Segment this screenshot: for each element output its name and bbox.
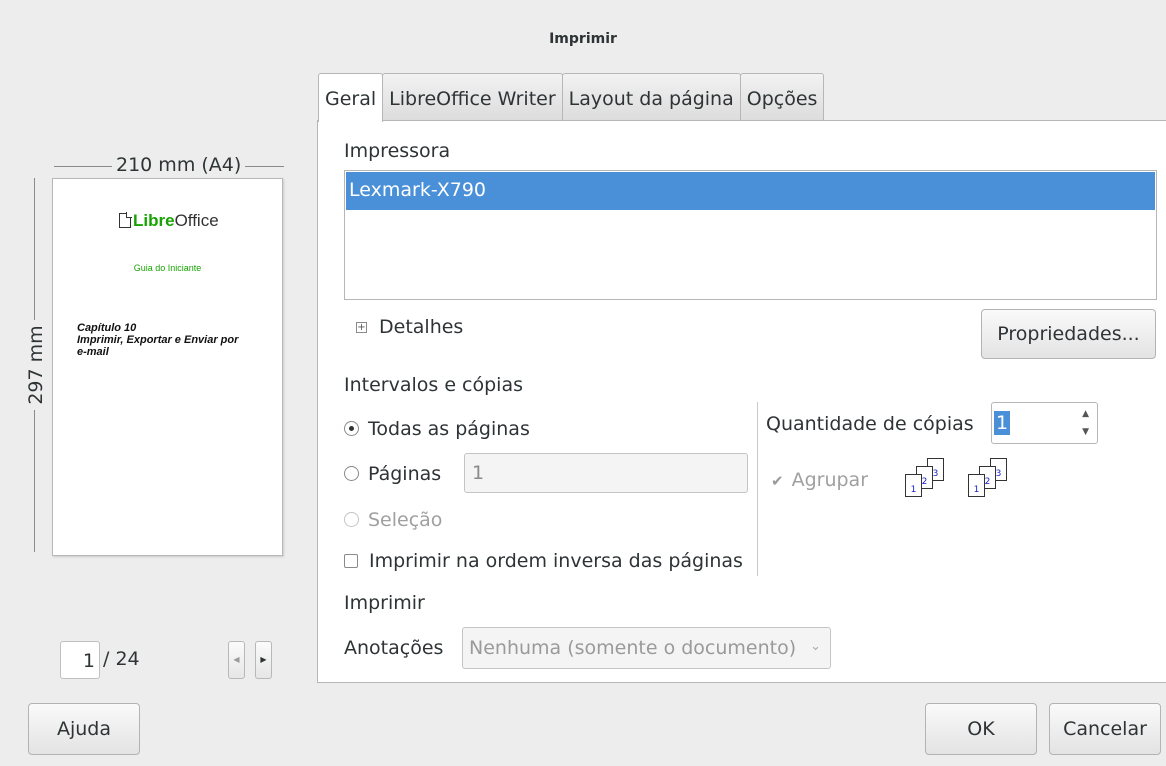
reverse-order-checkbox[interactable]: Imprimir na ordem inversa das páginas (344, 550, 743, 572)
all-pages-radio[interactable]: Todas as páginas (344, 418, 530, 440)
collate-pages-icon: 3 2 1 (967, 458, 1019, 506)
cancel-button[interactable]: Cancelar (1049, 703, 1161, 755)
collate-pages-icon: 3 2 1 (904, 458, 956, 506)
chevron-up-icon[interactable]: ▲ (1082, 409, 1089, 419)
copies-value[interactable]: 1 (994, 411, 1011, 435)
page-total-label: / 24 (103, 648, 140, 670)
radio-unchecked-icon (344, 512, 359, 527)
tab-bar: Geral LibreOffice Writer Layout da págin… (318, 73, 825, 122)
libreoffice-logo: LibreOffice (119, 211, 219, 231)
document-icon (119, 212, 132, 228)
printer-section-title: Impressora (344, 140, 451, 162)
pages-radio[interactable]: Páginas (344, 463, 441, 485)
printer-list-item[interactable]: Lexmark-X790 (346, 172, 1155, 210)
next-page-button[interactable]: ▶ (255, 641, 272, 679)
collate-checkbox[interactable]: ✔ Agrupar (771, 469, 868, 491)
radio-checked-icon (344, 421, 359, 436)
pages-range-input[interactable]: 1 (464, 453, 748, 493)
copies-label: Quantidade de cópias (766, 413, 974, 435)
tab-layout-da-pagina[interactable]: Layout da página (561, 73, 741, 121)
plus-box-icon: + (356, 322, 367, 333)
preview-chapter-text: Capítulo 10 Imprimir, Exportar e Enviar … (77, 322, 239, 358)
ok-button[interactable]: OK (925, 703, 1037, 755)
printer-list[interactable]: Lexmark-X790 (344, 170, 1157, 300)
copies-spinbutton[interactable]: 1 ▲ ▼ (991, 402, 1098, 444)
chevron-down-icon[interactable]: ▼ (1082, 427, 1089, 437)
details-expander[interactable]: + Detalhes (356, 316, 463, 338)
page-width-label: 210 mm (A4) (112, 154, 246, 176)
ranges-section-title: Intervalos e cópias (344, 374, 524, 396)
tab-geral[interactable]: Geral (318, 73, 384, 122)
selection-radio[interactable]: Seleção (344, 509, 442, 531)
previous-page-button[interactable]: ◀ (228, 641, 245, 679)
section-divider (757, 402, 758, 576)
preview-subtitle: Guia do Iniciante (133, 263, 202, 273)
page-width-indicator: 210 mm (A4) (54, 154, 284, 176)
page-number-input[interactable]: 1 (60, 641, 100, 679)
annotations-label: Anotações (344, 637, 444, 659)
checkmark-icon: ✔ (771, 472, 784, 490)
chevron-down-icon: ⌄ (810, 639, 821, 654)
print-section-title: Imprimir (344, 592, 425, 614)
tab-opcoes[interactable]: Opções (739, 73, 825, 121)
page-preview: LibreOffice Guia do Iniciante Capítulo 1… (52, 178, 283, 556)
tab-libreoffice-writer[interactable]: LibreOffice Writer (382, 73, 563, 121)
help-button[interactable]: Ajuda (28, 703, 140, 755)
triangle-left-icon: ◀ (233, 655, 240, 664)
dialog-title: Imprimir (549, 31, 617, 47)
radio-unchecked-icon (344, 466, 359, 481)
properties-button[interactable]: Propriedades... (981, 309, 1156, 359)
page-height-label: 297 mm (25, 320, 47, 410)
triangle-right-icon: ▶ (260, 655, 267, 664)
page-height-indicator: 297 mm (23, 178, 47, 552)
annotations-select[interactable]: Nenhuma (somente o documento) ⌄ (462, 627, 831, 669)
checkbox-unchecked-icon (344, 554, 358, 568)
